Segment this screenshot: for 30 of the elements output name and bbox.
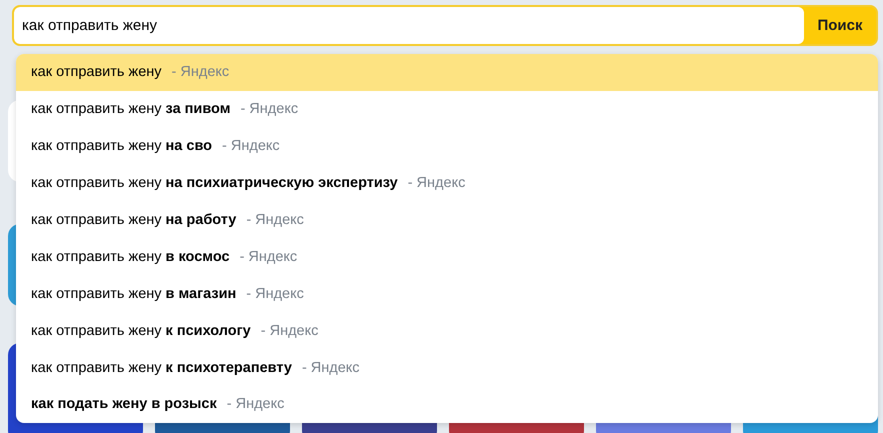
suggestion-text: как отправить жену в космос — [31, 248, 230, 265]
suggestion-text: как отправить жену к психотерапевту — [31, 360, 292, 376]
suggestion-text: как отправить жену в магазин — [31, 286, 236, 302]
suggestion-item[interactable]: как отправить жену в магазин - Яндекс — [16, 275, 878, 312]
suggestion-text: как отправить жену за пивом — [31, 101, 230, 118]
suggestion-source: - Яндекс — [172, 64, 230, 80]
suggestion-item[interactable]: как отправить жену - Яндекс — [16, 54, 878, 91]
suggestion-source: - Яндекс — [240, 101, 298, 118]
suggestion-item[interactable]: как отправить жену на работу - Яндекс — [16, 202, 878, 238]
suggestion-source: - Яндекс — [222, 138, 280, 154]
suggestion-item[interactable]: как отправить жену на психиатрическую экспертизу - Яндекс — [16, 164, 878, 202]
suggestion-text: как подать жену в розыск — [31, 396, 217, 412]
suggestion-text: как отправить жену к психологу — [31, 322, 251, 339]
suggestion-item[interactable]: как подать жену в розыск - Яндекс — [16, 386, 878, 423]
suggestion-item[interactable]: как отправить жену к психотерапевту - Яндекс — [16, 349, 878, 386]
suggestion-text: как отправить жену на сво — [31, 138, 212, 154]
suggestion-source: - Яндекс — [260, 322, 318, 339]
suggestion-text: как отправить жену на работу — [31, 212, 236, 228]
suggestion-item[interactable]: как отправить жену к психологу - Яндекс — [16, 312, 878, 350]
suggestion-source: - Яндекс — [246, 286, 304, 302]
suggestion-item[interactable]: как отправить жену за пивом - Яндекс — [16, 90, 878, 128]
suggestion-source: - Яндекс — [226, 396, 284, 412]
suggestion-item[interactable]: как отправить жену на сво - Яндекс — [16, 128, 878, 165]
suggestion-source: - Яндекс — [302, 360, 360, 376]
suggestion-source: - Яндекс — [240, 248, 298, 265]
suggestion-source: - Яндекс — [246, 212, 304, 228]
suggestion-item[interactable]: как отправить жену в космос - Яндекс — [16, 238, 878, 276]
suggestion-source: - Яндекс — [408, 175, 466, 192]
suggestion-text: как отправить жену — [31, 64, 162, 80]
suggestion-text: как отправить жену на психиатрическую экспертизу — [31, 175, 398, 192]
